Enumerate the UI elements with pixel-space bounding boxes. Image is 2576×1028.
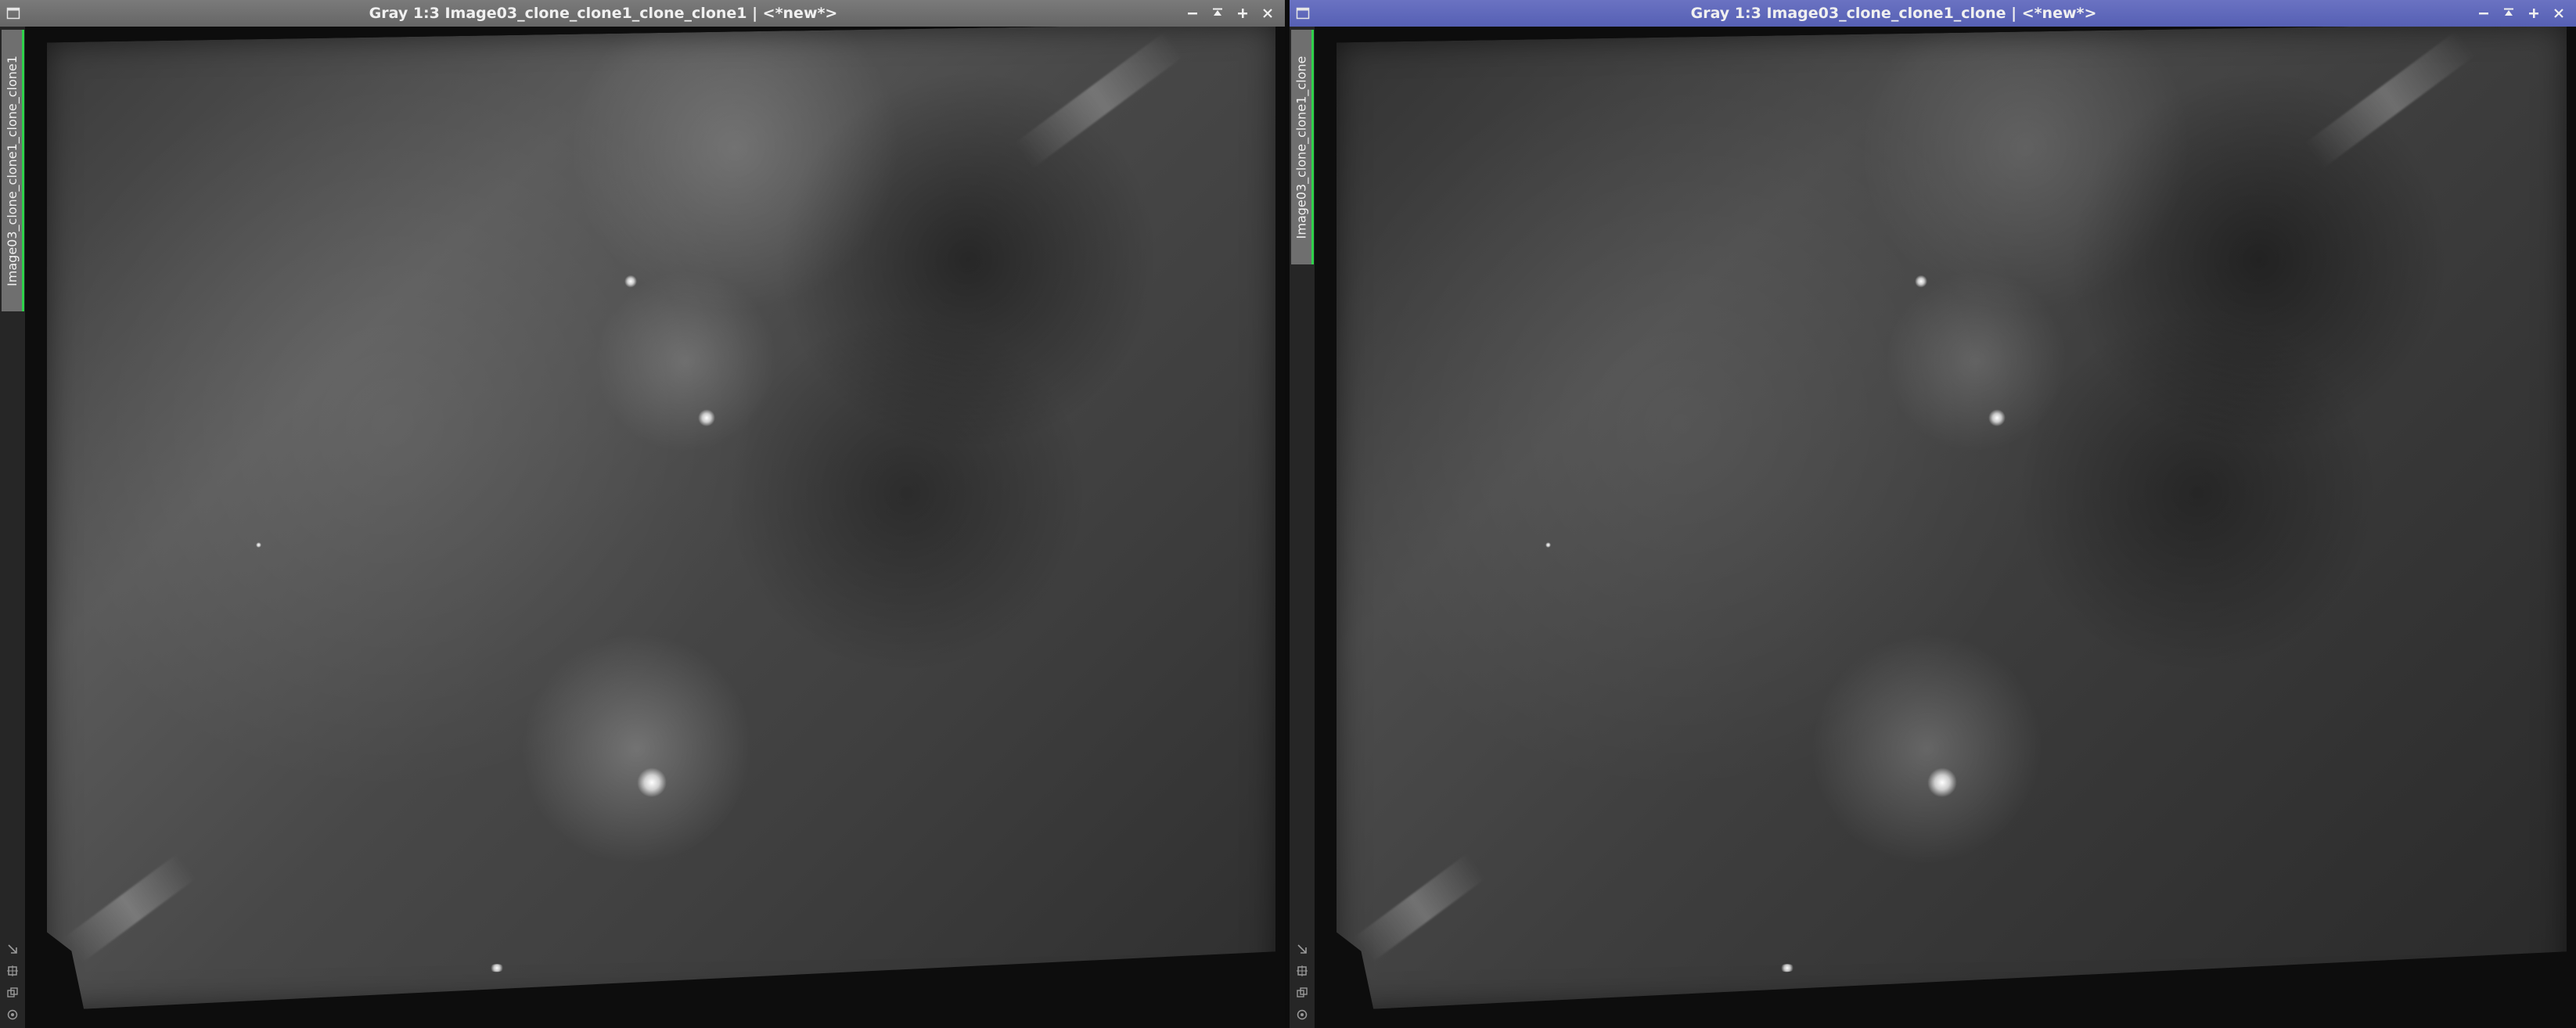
fit-view-icon[interactable] xyxy=(1293,962,1311,979)
title-bar-right[interactable]: Gray 1:3 Image03_clone_clone1_clone | <*… xyxy=(1290,0,2576,27)
image-viewport[interactable] xyxy=(1315,27,2576,1028)
astro-image[interactable] xyxy=(1337,27,2567,1009)
star xyxy=(256,542,261,548)
view-tab[interactable]: Image03_clone_clone1_clone_clone1 xyxy=(2,30,24,311)
star xyxy=(489,964,505,972)
image-viewport[interactable] xyxy=(25,27,1285,1028)
image-window-right[interactable]: Gray 1:3 Image03_clone_clone1_clone | <*… xyxy=(1290,0,2576,1028)
window-title: Gray 1:3 Image03_clone_clone1_clone | <*… xyxy=(1690,5,2097,22)
close-icon[interactable] xyxy=(1255,0,1280,27)
resize-icon[interactable] xyxy=(4,940,21,958)
minimize-icon[interactable] xyxy=(1180,0,1205,27)
minimize-icon[interactable] xyxy=(2471,0,2496,27)
view-tab-label: Image03_clone_clone1_clone xyxy=(1293,56,1309,239)
copy-icon[interactable] xyxy=(4,984,21,1001)
maximize-icon[interactable] xyxy=(2521,0,2546,27)
title-bar-left[interactable]: Gray 1:3 Image03_clone_clone1_clone_clon… xyxy=(0,0,1285,27)
window-title: Gray 1:3 Image03_clone_clone1_clone_clon… xyxy=(369,5,838,22)
view-tab-label: Image03_clone_clone1_clone_clone1 xyxy=(4,55,20,286)
window-icon[interactable] xyxy=(0,0,27,27)
side-strip: Image03_clone_clone1_clone xyxy=(1290,27,1315,1028)
close-icon[interactable] xyxy=(2546,0,2571,27)
copy-icon[interactable] xyxy=(1293,984,1311,1001)
image-window-left[interactable]: Gray 1:3 Image03_clone_clone1_clone_clon… xyxy=(0,0,1285,1028)
settings-icon[interactable] xyxy=(1293,1006,1311,1023)
astro-image[interactable] xyxy=(47,27,1275,1009)
maximize-icon[interactable] xyxy=(1230,0,1255,27)
shade-icon[interactable] xyxy=(2496,0,2521,27)
shade-icon[interactable] xyxy=(1205,0,1230,27)
view-tab[interactable]: Image03_clone_clone1_clone xyxy=(1291,30,1314,264)
window-icon[interactable] xyxy=(1290,0,1316,27)
star xyxy=(1545,542,1551,548)
star xyxy=(1779,964,1795,972)
side-strip: Image03_clone_clone1_clone_clone1 xyxy=(0,27,25,1028)
settings-icon[interactable] xyxy=(4,1006,21,1023)
star xyxy=(1915,275,1927,287)
fit-view-icon[interactable] xyxy=(4,962,21,979)
star xyxy=(624,275,637,287)
resize-icon[interactable] xyxy=(1293,940,1311,958)
